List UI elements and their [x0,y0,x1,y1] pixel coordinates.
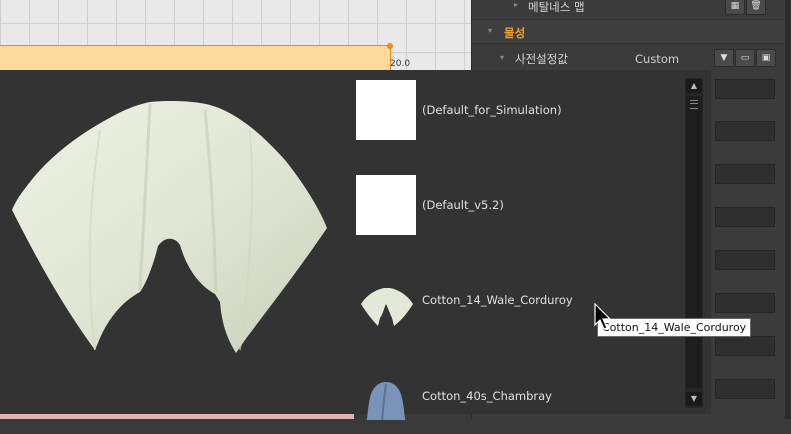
section-title: 물성 [504,26,526,40]
fabric-cream-thumbnail [361,288,413,326]
material-preset-popup: (Default_for_Simulation) (Default_v5.2) … [0,70,711,420]
material-name: Cotton_14_Wale_Corduroy [422,293,573,307]
material-thumbnail [356,366,416,420]
material-name: (Default_v5.2) [422,198,504,212]
material-section-header[interactable]: ▾ 물성 [472,19,791,44]
panel-scrollbar[interactable] [785,0,791,419]
save-icon[interactable]: ▣ [756,49,776,67]
metalness-map-row[interactable]: ▸ 메탈네스 맵 ▦ 🗑 [472,0,791,17]
fabric-drape-shape [12,101,327,353]
property-field[interactable] [715,379,775,399]
collapse-arrow-icon[interactable]: ▾ [500,53,504,62]
list-item[interactable]: (Default_for_Simulation) [353,74,683,148]
material-preview [0,70,340,414]
preset-label: 사전설정값 [515,52,568,66]
material-name: (Default_for_Simulation) [422,103,562,117]
material-thumbnail [356,80,416,140]
graph-value-label: 20.0 [390,59,411,69]
property-field[interactable] [715,164,775,184]
collapse-arrow-icon[interactable]: ▾ [488,26,492,35]
property-field[interactable] [715,121,775,141]
material-thumbnail [356,270,416,330]
list-item[interactable]: (Default_v5.2) [353,169,683,243]
preset-value[interactable]: Custom [635,52,679,66]
property-field[interactable] [715,250,775,270]
trash-icon[interactable]: 🗑 [746,0,766,15]
timeline-strip [0,414,354,419]
grip-icon [690,100,698,109]
property-field[interactable] [715,79,775,99]
material-name: Cotton_40s_Chambray [422,389,552,403]
folder-icon[interactable]: ▭ [735,49,755,67]
preset-row[interactable]: ▾ 사전설정값 Custom ▼ ▭ ▣ [472,47,791,70]
material-thumbnail [356,175,416,235]
scroll-up-icon[interactable]: ▲ [686,79,702,93]
tooltip: Cotton_14_Wale_Corduroy [597,318,752,337]
grid-icon[interactable]: ▦ [725,0,745,15]
property-field[interactable] [715,207,775,227]
fabric-blue-thumbnail [366,382,406,420]
mouse-cursor-icon [594,303,612,330]
triangle-down-icon[interactable]: ▼ [714,49,734,67]
scroll-down-icon[interactable]: ▼ [686,392,702,406]
graph-point-handle[interactable] [387,43,393,49]
property-field[interactable] [715,336,775,356]
expand-arrow-icon[interactable]: ▸ [514,0,518,9]
list-item[interactable]: Cotton_40s_Chambray [353,360,683,434]
scrollbar-thumb[interactable] [686,96,702,388]
metalness-map-label: 메탈네스 맵 [528,0,585,14]
fabric-drape-preview [12,101,327,353]
property-field[interactable] [715,293,775,313]
graph-curve-fill [0,45,390,71]
